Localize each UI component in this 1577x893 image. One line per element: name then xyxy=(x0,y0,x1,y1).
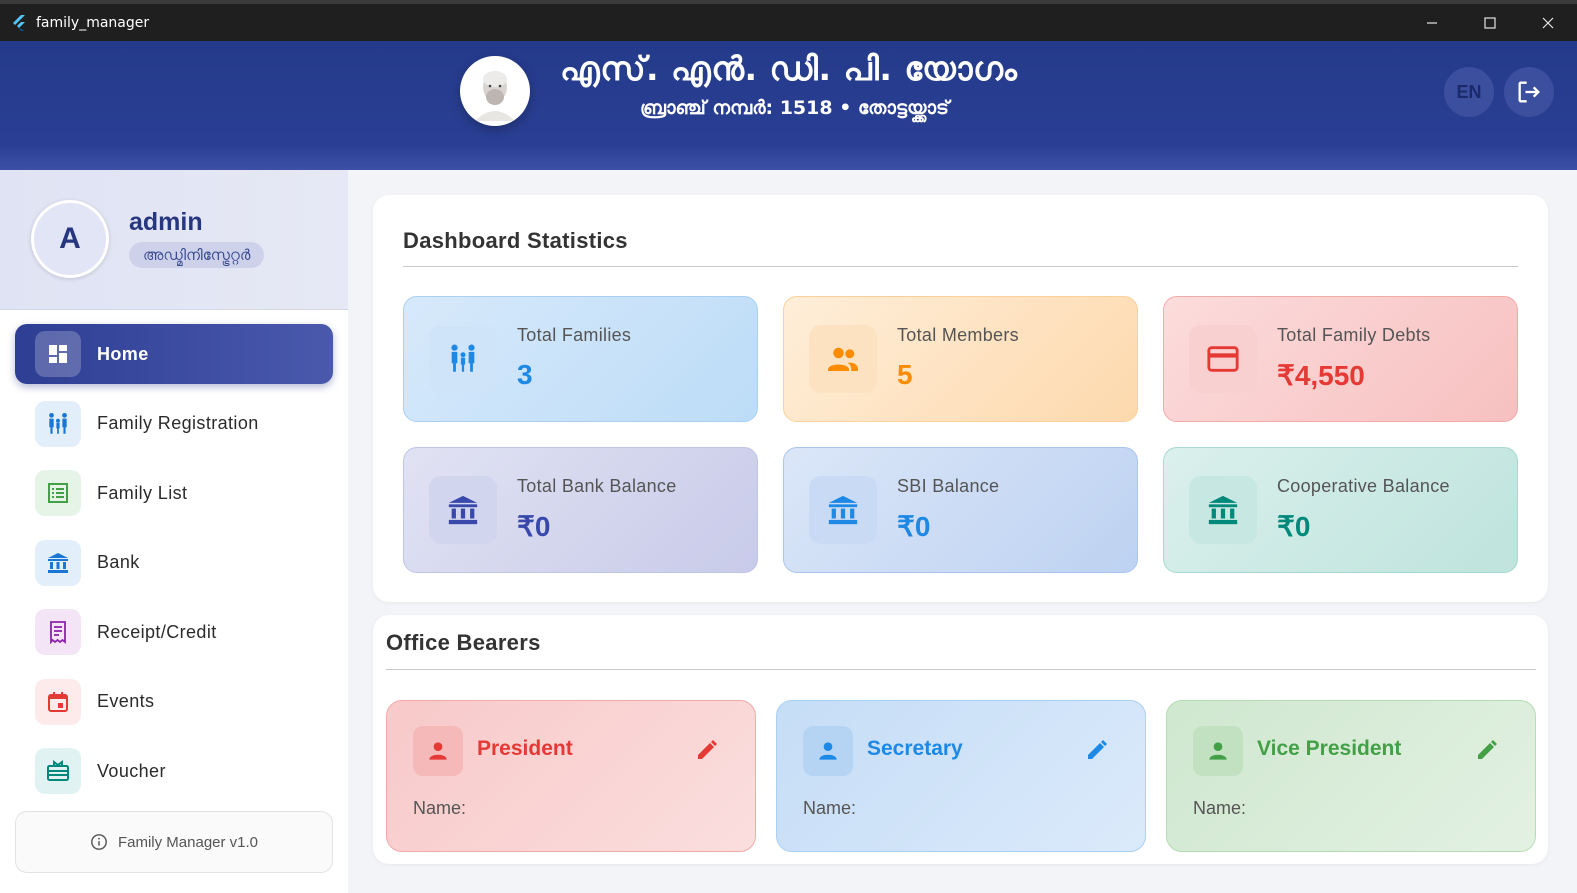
stat-label: Total Family Debts xyxy=(1277,325,1431,345)
stat-value: ₹4,550 xyxy=(1277,360,1365,391)
dashboard-statistics-card: Dashboard Statistics Total Families 3 To… xyxy=(373,195,1548,602)
edit-icon[interactable] xyxy=(1085,738,1109,762)
window-titlebar: family_manager xyxy=(0,0,1577,41)
sidebar-item-label: Receipt/Credit xyxy=(97,621,217,642)
bearer-name-label: Name: xyxy=(413,798,467,818)
dashboard-icon xyxy=(35,331,81,377)
family-icon xyxy=(35,400,81,447)
bearer-name-label: Name: xyxy=(1193,798,1247,818)
stat-card-sbi-balance[interactable]: SBI Balance ₹0 xyxy=(783,447,1138,573)
sidebar-item-bank[interactable]: Bank xyxy=(15,533,333,593)
app-header: എസ്. എൻ. ഡി. പി. യോഗം ബ്രാഞ്ച് നമ്പർ: 15… xyxy=(0,41,1577,170)
logout-icon xyxy=(1518,81,1540,103)
flutter-app-icon xyxy=(13,14,25,31)
voucher-icon xyxy=(35,748,81,794)
list-icon xyxy=(35,470,81,516)
sidebar: A admin അഡ്മിനിസ്ട്രേറ്റർ Home Family Re… xyxy=(0,170,348,893)
edit-icon[interactable] xyxy=(1475,738,1499,762)
divider xyxy=(403,266,1518,267)
minimize-icon xyxy=(1427,21,1437,24)
window-title: family_manager xyxy=(36,14,150,31)
avatar: A xyxy=(31,200,109,278)
user-profile-panel: A admin അഡ്മിനിസ്ട്രേറ്റർ xyxy=(0,170,348,310)
bank-icon xyxy=(1189,476,1257,544)
bank-icon xyxy=(35,539,81,586)
stat-label: Total Bank Balance xyxy=(517,476,677,496)
stat-card-cooperative-balance[interactable]: Cooperative Balance ₹0 xyxy=(1163,447,1518,573)
stat-card-total-bank-balance[interactable]: Total Bank Balance ₹0 xyxy=(403,447,758,573)
stat-label: Total Families xyxy=(517,325,632,345)
stat-value: ₹0 xyxy=(1277,511,1311,542)
person-icon xyxy=(1193,726,1243,776)
person-icon xyxy=(803,726,853,776)
sidebar-item-events[interactable]: Events xyxy=(15,672,333,732)
app-version-label: Family Manager v1.0 xyxy=(117,833,259,851)
bank-icon xyxy=(809,476,877,544)
guru-portrait xyxy=(460,56,530,126)
sidebar-item-label: Voucher xyxy=(97,760,166,781)
calendar-icon xyxy=(35,678,81,725)
bearer-title: Secretary xyxy=(867,737,963,760)
sidebar-item-label: Home xyxy=(97,343,149,364)
branch-subtitle: ബ്രാഞ്ച് നമ്പർ: 1518 • തോട്ടയ്ക്കാട് xyxy=(640,97,949,119)
section-title: Dashboard Statistics xyxy=(403,228,628,253)
group-icon xyxy=(809,325,877,393)
edit-icon[interactable] xyxy=(695,738,719,762)
stat-card-total-families[interactable]: Total Families 3 xyxy=(403,296,758,422)
close-button[interactable] xyxy=(1519,4,1577,41)
office-bearer-president: President Name: xyxy=(386,700,756,852)
stat-card-total-members[interactable]: Total Members 5 xyxy=(783,296,1138,422)
logout-button[interactable] xyxy=(1504,67,1554,117)
person-icon xyxy=(413,726,463,776)
stat-value: ₹0 xyxy=(897,511,931,542)
section-title: Office Bearers xyxy=(386,630,541,655)
office-bearers-card: Office Bearers President Name: Secretary… xyxy=(373,615,1548,864)
bearer-title: President xyxy=(477,737,573,760)
app-version-footer: Family Manager v1.0 xyxy=(15,811,333,873)
portrait-image xyxy=(475,71,515,121)
bearer-title: Vice President xyxy=(1257,737,1402,760)
maximize-icon xyxy=(1484,16,1496,29)
stat-label: Total Members xyxy=(897,325,1019,345)
bearer-name-label: Name: xyxy=(803,798,857,818)
sidebar-item-label: Bank xyxy=(97,552,140,572)
office-bearer-secretary: Secretary Name: xyxy=(776,700,1146,852)
minimize-button[interactable] xyxy=(1403,4,1461,41)
sidebar-item-label: Family List xyxy=(97,482,188,503)
stat-value: 3 xyxy=(517,359,533,390)
sidebar-item-family-list[interactable]: Family List xyxy=(15,463,333,523)
maximize-button[interactable] xyxy=(1461,4,1519,41)
organization-title: എസ്. എൻ. ഡി. പി. യോഗം xyxy=(560,49,1018,88)
sidebar-item-voucher[interactable]: Voucher xyxy=(15,741,333,801)
receipt-icon xyxy=(35,609,81,655)
office-bearer-vice-president: Vice President Name: xyxy=(1166,700,1536,852)
main-content: Dashboard Statistics Total Families 3 To… xyxy=(348,170,1577,893)
divider xyxy=(386,669,1536,670)
sidebar-item-family-registration[interactable]: Family Registration xyxy=(15,394,333,454)
stat-label: SBI Balance xyxy=(897,476,1000,496)
sidebar-item-receipt-credit[interactable]: Receipt/Credit xyxy=(15,602,333,662)
bank-icon xyxy=(429,476,497,544)
sidebar-item-home[interactable]: Home xyxy=(15,324,333,384)
stat-label: Cooperative Balance xyxy=(1277,476,1450,496)
language-toggle-button[interactable]: EN xyxy=(1444,67,1494,117)
sidebar-item-label: Events xyxy=(97,691,155,711)
sidebar-item-label: Family Registration xyxy=(97,413,259,433)
user-role-badge: അഡ്മിനിസ്ട്രേറ്റർ xyxy=(129,242,265,268)
close-icon xyxy=(1542,17,1554,28)
stat-value: ₹0 xyxy=(517,511,551,542)
info-icon xyxy=(91,834,107,850)
stat-value: 5 xyxy=(897,359,913,390)
stat-card-total-family-debts[interactable]: Total Family Debts ₹4,550 xyxy=(1163,296,1518,422)
user-name: admin xyxy=(129,208,203,236)
credit-card-icon xyxy=(1189,325,1257,393)
family-icon xyxy=(429,325,497,393)
sidebar-nav: Home Family Registration Family List Ban… xyxy=(0,310,348,801)
